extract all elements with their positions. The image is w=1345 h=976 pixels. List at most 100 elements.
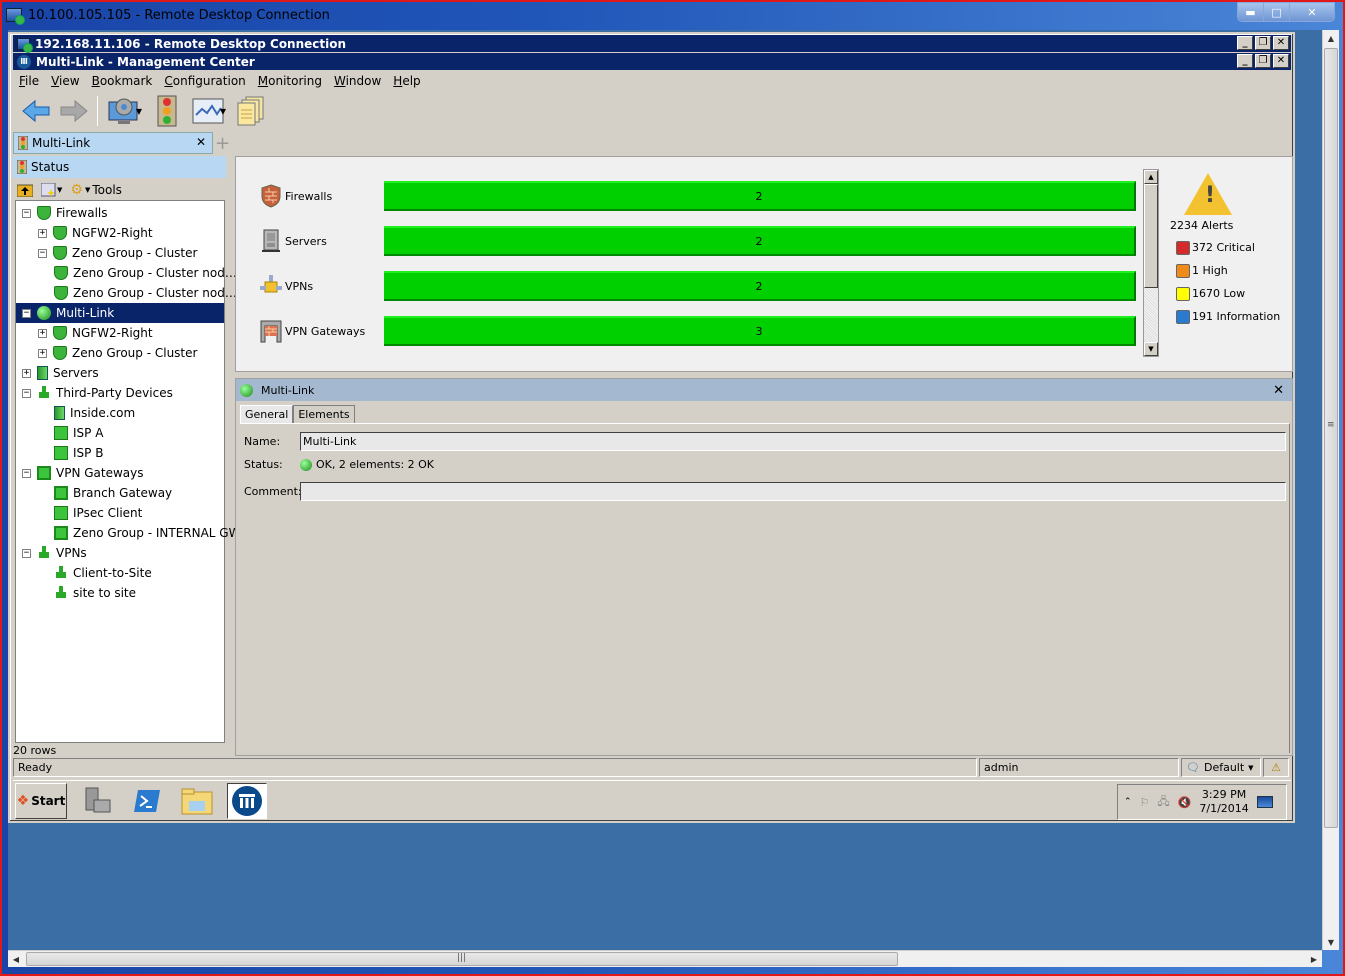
taskbar-server-manager[interactable] (77, 783, 117, 819)
close-tab-button[interactable]: ✕ (196, 135, 206, 149)
action-center-flag-icon[interactable]: ⚐ (1140, 796, 1150, 809)
menu-view[interactable]: View (45, 72, 85, 92)
status-bar-servers[interactable]: 2 (384, 226, 1136, 256)
tree-item[interactable]: ISP B (16, 443, 224, 463)
scroll-thumb[interactable] (1144, 184, 1158, 288)
close-button[interactable]: ✕ (1273, 36, 1289, 50)
tree-item[interactable]: Zeno Group - INTERNAL GW (16, 523, 240, 543)
forward-button[interactable] (57, 95, 91, 127)
restore-button[interactable]: ❐ (1255, 36, 1271, 50)
status-bar-vpn-gateways[interactable]: 3 (384, 316, 1136, 346)
alert-severity-item[interactable]: 191 Information (1176, 305, 1290, 328)
scroll-down-button[interactable]: ▼ (1323, 934, 1339, 950)
status-bar-vpns[interactable]: 2 (384, 271, 1136, 301)
taskbar-powershell[interactable] (127, 783, 167, 819)
collapse-button[interactable]: − (22, 308, 31, 318)
vertical-scrollbar[interactable]: ▲ ≡ ▼ (1322, 30, 1339, 950)
menu-help[interactable]: Help (387, 72, 426, 92)
status-bar-firewalls[interactable]: 2 (384, 181, 1136, 211)
category-firewalls[interactable]: Firewalls (260, 182, 332, 210)
expand-button[interactable]: + (38, 228, 47, 238)
configuration-button[interactable]: ▼ (104, 95, 146, 127)
hscroll-thumb[interactable]: ||| (26, 952, 898, 966)
alert-warning-button[interactable]: ⚠ (1263, 758, 1289, 777)
new-tab-button[interactable]: + (215, 133, 230, 154)
status-button[interactable] (150, 95, 184, 127)
tree-item[interactable]: + NGFW2-Right (16, 223, 224, 243)
tree-item[interactable]: + Servers (16, 363, 224, 383)
collapse-button[interactable]: − (22, 468, 31, 478)
category-vpns[interactable]: VPNs (260, 272, 313, 300)
menu-bookmark[interactable]: Bookmark (86, 72, 159, 92)
close-button[interactable]: ✕ (1290, 3, 1334, 21)
show-hidden-icons-button[interactable]: ⌃ (1124, 797, 1132, 807)
element-tree[interactable]: − Firewalls + NGFW2-Right − Zeno Group - Clus… (15, 200, 240, 743)
profile-selector[interactable]: 🗨 Default ▼ (1181, 758, 1261, 777)
collapse-button[interactable]: − (22, 548, 31, 558)
scroll-up-button[interactable]: ▲ (1323, 30, 1339, 46)
tree-item[interactable]: IPsec Client (16, 503, 224, 523)
close-detail-button[interactable]: ✕ (1273, 383, 1284, 398)
alert-severity-item[interactable]: 1670 Low (1176, 282, 1290, 305)
collapse-button[interactable]: − (38, 248, 47, 258)
network-icon[interactable]: 🖧 (1157, 793, 1169, 812)
tree-item[interactable]: − VPNs (16, 543, 224, 563)
name-field[interactable]: Multi-Link (300, 432, 1286, 451)
menu-window[interactable]: Window (328, 72, 387, 92)
expand-button[interactable]: + (38, 328, 47, 338)
maximize-button[interactable]: □ (1264, 3, 1290, 21)
collapse-button[interactable]: − (22, 208, 31, 218)
new-element-button[interactable]: ▼ (41, 183, 62, 197)
tree-item[interactable]: site to site (16, 583, 224, 603)
scroll-right-button[interactable]: ▶ (1306, 951, 1322, 967)
tree-item[interactable]: − Firewalls (16, 203, 224, 223)
minimize-button[interactable]: _ (1237, 36, 1253, 50)
menu-monitoring[interactable]: Monitoring (252, 72, 328, 92)
category-vpn-gateways[interactable]: VPN Gateways (260, 317, 365, 345)
taskbar-management-center[interactable] (227, 782, 267, 819)
tree-item[interactable]: Zeno Group - Cluster nod… (16, 263, 237, 283)
tree-item[interactable]: − Third-Party Devices (16, 383, 224, 403)
menu-configuration[interactable]: Configuration (158, 72, 251, 92)
clock[interactable]: 3:29 PM 7/1/2014 (1199, 788, 1248, 816)
tree-item[interactable]: ISP A (16, 423, 224, 443)
taskbar-file-explorer[interactable] (177, 783, 217, 819)
dashboard-scrollbar[interactable]: ▲ ▼ (1143, 169, 1159, 357)
alert-severity-item[interactable]: 1 High (1176, 259, 1290, 282)
alert-severity-item[interactable]: 372 Critical (1176, 236, 1290, 259)
tree-item[interactable]: + NGFW2-Right (16, 323, 224, 343)
start-button[interactable]: ❖ Start (15, 782, 67, 819)
volume-muted-icon[interactable]: 🔇 (1178, 796, 1192, 809)
monitoring-button[interactable]: ▼ (188, 95, 230, 127)
tree-item[interactable]: Zeno Group - Cluster nod… (16, 283, 237, 303)
scroll-up-button[interactable]: ▲ (1144, 170, 1158, 184)
alerts-summary[interactable]: ! 2234 Alerts 372 Critical 1 High 1670 Low… (1170, 173, 1290, 328)
tab-elements[interactable]: Elements (293, 405, 355, 423)
expand-button[interactable]: + (38, 348, 47, 358)
tree-item[interactable]: − Zeno Group - Cluster (16, 243, 224, 263)
dropdown-arrow-icon[interactable]: ▼ (136, 107, 142, 116)
tab-general[interactable]: General (240, 405, 294, 423)
dropdown-arrow-icon[interactable]: ▼ (220, 107, 226, 116)
tree-item[interactable]: Branch Gateway (16, 483, 224, 503)
tools-menu-button[interactable]: ⚙ ▼ Tools (70, 182, 122, 198)
folder-up-icon[interactable] (17, 183, 33, 197)
collapse-button[interactable]: − (22, 388, 31, 398)
close-button[interactable]: ✕ (1273, 54, 1289, 68)
scroll-down-button[interactable]: ▼ (1144, 342, 1158, 356)
show-desktop-icon[interactable] (1256, 796, 1273, 808)
tree-item[interactable]: + Zeno Group - Cluster (16, 343, 224, 363)
minimize-button[interactable]: _ (1237, 54, 1253, 68)
tab-multi-link[interactable]: Multi-Link ✕ (13, 132, 213, 154)
documents-button[interactable] (234, 95, 268, 127)
horizontal-scrollbar[interactable]: ◀ ||| ▶ (8, 950, 1322, 967)
menu-file[interactable]: File (13, 72, 45, 92)
restore-button[interactable]: ❐ (1255, 54, 1271, 68)
minimize-button[interactable]: ▬ (1238, 3, 1264, 21)
scroll-thumb[interactable] (1324, 48, 1338, 828)
tree-item[interactable]: − VPN Gateways (16, 463, 224, 483)
category-servers[interactable]: Servers (260, 227, 327, 255)
expand-button[interactable]: + (22, 368, 31, 378)
scroll-left-button[interactable]: ◀ (8, 951, 24, 967)
tree-item[interactable]: − Multi-Link (16, 303, 224, 323)
